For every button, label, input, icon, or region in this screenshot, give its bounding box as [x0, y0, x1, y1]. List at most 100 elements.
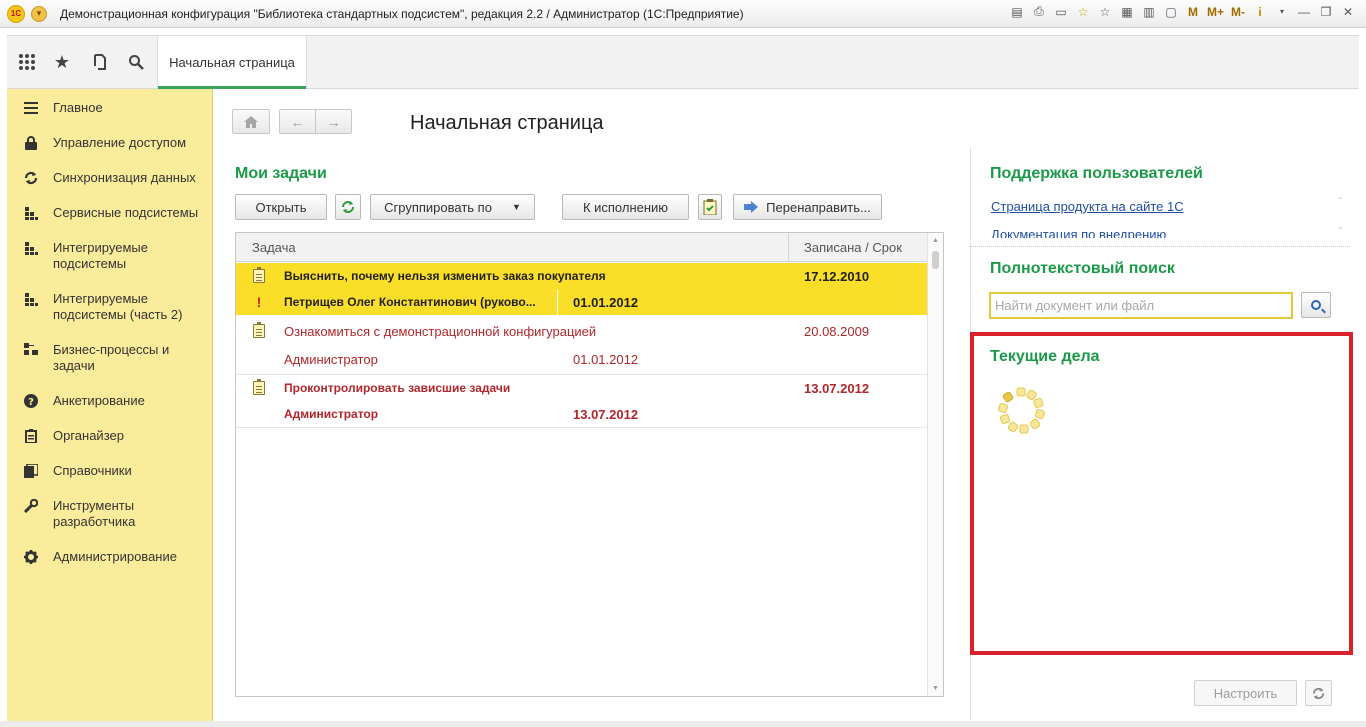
fulltext-search-title: Полнотекстовый поиск — [990, 260, 1175, 277]
complete-task-button[interactable] — [698, 194, 722, 220]
close-icon[interactable]: ✕ — [1340, 5, 1356, 19]
redirect-button[interactable]: Перенаправить... — [733, 194, 882, 220]
scroll-up-icon[interactable]: ▲ — [932, 237, 939, 244]
task-title: Выяснить, почему нельзя изменить заказ п… — [284, 269, 606, 283]
history-icon[interactable] — [88, 50, 112, 74]
group-by-label: Сгруппировать по — [384, 199, 492, 215]
current-affairs-panel: Текущие дела — [970, 332, 1353, 655]
clipboard-icon[interactable]: ▢ — [1163, 5, 1179, 19]
tab-home-page[interactable]: Начальная страница — [157, 36, 307, 89]
sidebar-item-label: Бизнес-процессы и задачи — [53, 342, 170, 373]
task-performer: Администратор — [284, 351, 378, 367]
star-icon[interactable]: ★ — [50, 50, 74, 74]
window-bottom-edge — [0, 721, 1366, 727]
home-icon — [244, 115, 258, 128]
app-logo-icon[interactable]: 1С — [7, 4, 25, 23]
sidebar-item-integrated[interactable]: Интегрируемые подсистемы — [7, 240, 213, 272]
sidebar-item-service[interactable]: Сервисные подсистемы — [7, 205, 213, 221]
sidebar-item-label: Интегрируемые подсистемы (часть 2) — [53, 291, 183, 322]
menu-icon — [24, 101, 38, 115]
table-row-sub[interactable]: Администратор 01.01.2012 — [236, 346, 928, 372]
favorites-icon[interactable]: ☆ — [1097, 5, 1113, 19]
grid-icon — [24, 241, 38, 255]
sidebar-item-administration[interactable]: Администрирование — [7, 549, 213, 565]
to-execute-button[interactable]: К исполнению — [562, 194, 689, 220]
open-button-label: Открыть — [255, 199, 307, 215]
preview-icon[interactable]: ▭ — [1053, 5, 1069, 19]
forward-button[interactable]: → — [315, 109, 352, 134]
back-button[interactable]: ← — [279, 109, 316, 134]
task-date: 20.08.2009 — [804, 323, 870, 339]
info-dropdown-icon[interactable]: ▾ — [1274, 7, 1290, 16]
grid-icon — [24, 206, 38, 220]
sidebar-item-catalogs[interactable]: Справочники — [7, 463, 213, 479]
grid-icon — [24, 292, 38, 306]
table-row-sub[interactable]: Администратор 13.07.2012 — [236, 401, 928, 427]
memory-m-button[interactable]: M — [1185, 5, 1201, 19]
sync-icon — [24, 171, 38, 185]
home-button[interactable] — [232, 109, 270, 134]
task-title: Ознакомиться с демонстрационной конфигур… — [284, 323, 597, 339]
print-icon[interactable]: ⎙ — [1031, 4, 1047, 19]
open-button[interactable]: Открыть — [235, 194, 327, 220]
table-row[interactable]: Выяснить, почему нельзя изменить заказ п… — [236, 263, 928, 289]
save-icon[interactable]: ▤ — [1009, 5, 1025, 19]
main-menu-icon[interactable]: ▾ — [31, 5, 47, 22]
scroll-thumb[interactable] — [932, 251, 939, 269]
column-header-date[interactable]: Записана / Срок — [789, 233, 928, 262]
sidebar-item-label: Интегрируемые подсистемы — [53, 240, 148, 271]
redirect-label: Перенаправить... — [766, 199, 871, 215]
configure-button[interactable]: Настроить — [1194, 680, 1297, 706]
table-row[interactable]: Проконтролировать зависшие задачи 13.07.… — [236, 375, 928, 401]
refresh-icon — [1312, 687, 1325, 699]
sidebar-item-dev-tools[interactable]: Инструменты разработчика — [7, 498, 213, 530]
info-icon[interactable]: i — [1252, 5, 1268, 19]
column-header-task[interactable]: Задача — [236, 233, 789, 262]
window-titlebar: 1С ▾ Демонстрационная конфигурация "Библ… — [0, 0, 1366, 28]
product-page-link[interactable]: Страница продукта на сайте 1С — [991, 199, 1184, 214]
window-title: Демонстрационная конфигурация "Библиотек… — [60, 6, 744, 21]
tasks-scrollbar[interactable]: ▲ ▼ — [927, 233, 943, 696]
memory-mminus-button[interactable]: M- — [1230, 5, 1246, 19]
sidebar-item-survey[interactable]: ? Анкетирование — [7, 393, 213, 409]
sidebar-item-label: Органайзер — [53, 428, 124, 443]
search-button[interactable] — [1301, 292, 1331, 318]
table-row[interactable]: Ознакомиться с демонстрационной конфигур… — [236, 318, 928, 344]
sidebar-item-organizer[interactable]: Органайзер — [7, 428, 213, 444]
sections-panel: ★ Начальная страница — [7, 35, 1359, 89]
refresh-button[interactable] — [335, 194, 361, 220]
table-row-sub[interactable]: ! Петрищев Олег Константинович (руково..… — [236, 289, 928, 315]
favorites-add-icon[interactable]: ☆ — [1075, 5, 1091, 19]
wrench-icon — [24, 499, 38, 513]
scroll-down-icon[interactable]: ⌄ — [1337, 222, 1344, 231]
docs-link[interactable]: Документация по внедрению — [991, 227, 1321, 238]
tasks-table: Задача Записана / Срок Выяснить, почему … — [235, 232, 944, 697]
scroll-down-icon[interactable]: ▼ — [932, 685, 939, 692]
sidebar-item-integrated-2[interactable]: Интегрируемые подсистемы (часть 2) — [7, 291, 213, 323]
refresh-current-button[interactable] — [1305, 680, 1332, 706]
clipboard-check-icon — [703, 199, 717, 215]
docs-link-clip: Документация по внедрению — [991, 227, 1321, 238]
calculator-icon[interactable]: ▦ — [1119, 5, 1135, 19]
apps-grid-icon[interactable] — [15, 50, 39, 74]
column-header-label: Записана / Срок — [804, 239, 902, 255]
search-input[interactable]: Найти документ или файл — [989, 292, 1293, 319]
search-icon[interactable] — [124, 50, 148, 74]
loading-spinner-icon — [997, 387, 1046, 434]
sidebar-item-main[interactable]: Главное — [7, 100, 213, 116]
sidebar-item-access[interactable]: Управление доступом — [7, 135, 213, 151]
calendar-icon[interactable]: ▥ — [1141, 5, 1157, 19]
sidebar-item-label: Сервисные подсистемы — [53, 205, 199, 220]
task-date: 17.12.2010 — [804, 268, 870, 284]
sidebar-item-label: Администрирование — [53, 549, 177, 564]
sidebar-item-business[interactable]: Бизнес-процессы и задачи — [7, 342, 213, 374]
sidebar-item-sync[interactable]: Синхронизация данных — [7, 170, 213, 186]
minimize-icon[interactable]: — — [1296, 5, 1312, 19]
memory-mplus-button[interactable]: M+ — [1207, 5, 1224, 19]
scroll-up-icon[interactable]: ⌃ — [1337, 196, 1344, 205]
sidebar-item-label: Анкетирование — [53, 393, 145, 408]
support-title: Поддержка пользователей — [990, 165, 1203, 182]
restore-icon[interactable]: ❐ — [1318, 5, 1334, 19]
sidebar-item-label: Инструменты разработчика — [53, 498, 136, 529]
group-by-button[interactable]: Сгруппировать по ▼ — [370, 194, 535, 220]
